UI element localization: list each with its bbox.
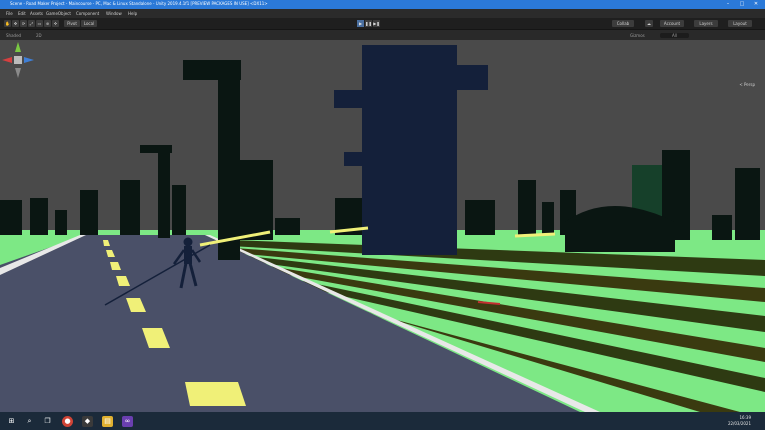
- scene-search-input[interactable]: All: [660, 33, 689, 38]
- building: [30, 198, 48, 235]
- minimize-button[interactable]: –: [721, 0, 735, 9]
- task-view-icon[interactable]: ❐: [42, 416, 53, 427]
- window-title: Scene - Road Maker Project - Maincourse …: [10, 1, 268, 6]
- play-button[interactable]: ▶: [357, 20, 364, 27]
- custom-tool-icon[interactable]: ✣: [52, 20, 59, 27]
- lane-dash: [185, 382, 246, 406]
- tower-ledge: [344, 152, 384, 166]
- building: [0, 200, 22, 235]
- menu-file[interactable]: File: [6, 11, 13, 16]
- building: [542, 202, 554, 235]
- scene-render: [0, 45, 765, 412]
- building: [275, 218, 300, 235]
- pivot-toggle[interactable]: Pivot: [64, 20, 80, 27]
- layers-dropdown[interactable]: Layers: [694, 20, 718, 27]
- menu-assets[interactable]: Assets: [30, 11, 43, 16]
- building: [172, 185, 186, 235]
- maximize-button[interactable]: □: [735, 0, 749, 9]
- hand-tool-icon[interactable]: ✋: [4, 20, 11, 27]
- orientation-gizmo-icon[interactable]: [0, 40, 36, 80]
- account-dropdown[interactable]: Account: [660, 20, 684, 27]
- building: [218, 65, 240, 260]
- rect-tool-icon[interactable]: ▭: [36, 20, 43, 27]
- gizmos-dropdown[interactable]: Gizmos: [630, 33, 645, 38]
- building: [465, 200, 495, 235]
- file-explorer-icon[interactable]: ▤: [102, 416, 113, 427]
- transform-tool-icon[interactable]: ⊕: [44, 20, 51, 27]
- building: [712, 215, 732, 240]
- building: [158, 148, 170, 238]
- menu-edit[interactable]: Edit: [18, 11, 26, 16]
- scale-tool-icon[interactable]: ⤢: [28, 20, 35, 27]
- tower-ledge: [334, 90, 394, 108]
- title-bar: Scene - Road Maker Project - Maincourse …: [0, 0, 765, 9]
- close-button[interactable]: ✕: [749, 0, 763, 9]
- cloud-icon[interactable]: ☁: [645, 20, 653, 27]
- system-clock[interactable]: 16:39 22/03/2021: [728, 415, 751, 427]
- visual-studio-icon[interactable]: ∞: [122, 416, 133, 427]
- menu-bar: File Edit Assets GameObject Component Wi…: [0, 9, 765, 18]
- unity-icon[interactable]: ◆: [82, 416, 93, 427]
- menu-window[interactable]: Window: [106, 11, 122, 16]
- perspective-label[interactable]: < Persp: [739, 82, 755, 87]
- building: [55, 210, 67, 235]
- windows-taskbar: ⊞ ⌕ ❐ ● ◆ ▤ ∞ 16:39 22/03/2021: [0, 412, 765, 430]
- scene-viewport[interactable]: < Persp: [0, 40, 765, 412]
- menu-component[interactable]: Component: [76, 11, 99, 16]
- menu-gameobject[interactable]: GameObject: [46, 11, 71, 16]
- building: [518, 180, 536, 235]
- clock-date: 22/03/2021: [727, 421, 751, 426]
- building: [735, 168, 760, 240]
- move-tool-icon[interactable]: ✥: [12, 20, 19, 27]
- building: [80, 190, 98, 235]
- layout-dropdown[interactable]: Layout: [728, 20, 752, 27]
- scene-toolbar: Shaded 2D Gizmos All: [0, 30, 765, 40]
- main-toolbar: ✋ ✥ ⟳ ⤢ ▭ ⊕ ✣ Pivot Local ▶ ❚❚ ▶❚ Collab…: [0, 18, 765, 30]
- menu-help[interactable]: Help: [128, 11, 137, 16]
- building: [120, 180, 140, 235]
- rotate-tool-icon[interactable]: ⟳: [20, 20, 27, 27]
- local-toggle[interactable]: Local: [81, 20, 97, 27]
- windows-icon[interactable]: ⊞: [6, 416, 17, 427]
- pause-button[interactable]: ❚❚: [365, 20, 372, 27]
- shading-mode-dropdown[interactable]: Shaded: [6, 33, 21, 38]
- chrome-icon[interactable]: ●: [62, 416, 73, 427]
- step-button[interactable]: ▶❚: [373, 20, 380, 27]
- tower-ledge: [420, 65, 488, 90]
- yellow-gizmo-line: [514, 232, 556, 238]
- search-icon[interactable]: ⌕: [24, 416, 35, 427]
- collab-button[interactable]: Collab: [612, 20, 634, 27]
- 2d-toggle[interactable]: 2D: [36, 33, 42, 38]
- building: [238, 160, 273, 240]
